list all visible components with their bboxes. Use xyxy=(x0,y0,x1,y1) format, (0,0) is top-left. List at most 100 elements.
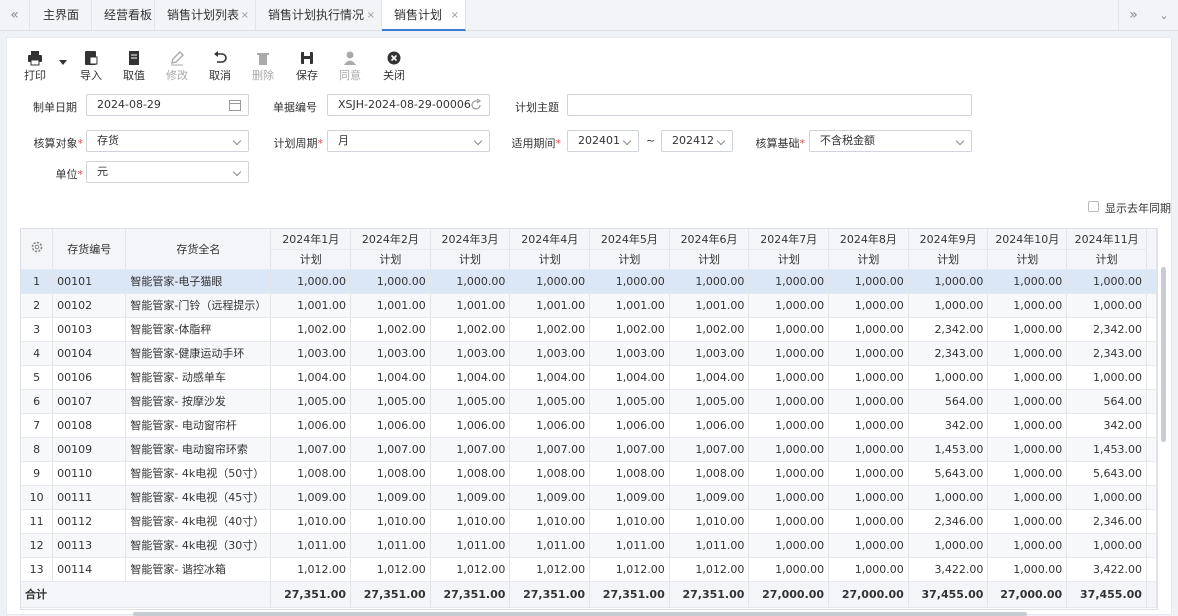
column-header-month[interactable]: 2024年1月 xyxy=(270,229,352,250)
cell-plan-value[interactable]: 1,004.00 xyxy=(430,365,511,390)
tab-sales-plan[interactable]: 销售计划 × xyxy=(382,0,466,31)
column-header-month[interactable]: 2024年3月 xyxy=(430,229,511,250)
cell-plan-value[interactable]: 1,000.00 xyxy=(987,461,1068,486)
cell-plan-value[interactable]: 564.00 xyxy=(908,389,989,414)
cell-plan-value[interactable]: 1,000.00 xyxy=(908,485,989,510)
edit-button[interactable]: 修改 xyxy=(157,50,197,83)
cell-plan-value[interactable]: 1,001.00 xyxy=(350,293,431,318)
column-header-month[interactable]: 2024年6月 xyxy=(669,229,750,250)
cell-name[interactable]: 智能管家-体脂秤 xyxy=(125,317,272,342)
cell-name[interactable]: 智能管家- 谐控冰箱 xyxy=(125,557,272,582)
cell-plan-value[interactable]: 1,000.00 xyxy=(987,293,1068,318)
cell-plan-value[interactable]: 1,007.00 xyxy=(350,437,431,462)
cell-plan-value[interactable]: 1,004.00 xyxy=(589,365,670,390)
cell-plan-value[interactable]: 1,000.00 xyxy=(748,365,830,390)
row-index[interactable]: 11 xyxy=(21,509,54,534)
cell-plan-value[interactable]: 1,006.00 xyxy=(430,413,511,438)
cell-plan-value[interactable]: 1,000.00 xyxy=(908,365,989,390)
cell-plan-value[interactable]: 1,000.00 xyxy=(828,365,909,390)
column-header-month[interactable]: 2024年4月 xyxy=(509,229,591,250)
cell-plan-value[interactable]: 1,001.00 xyxy=(669,293,750,318)
cell-plan-value[interactable]: 1,002.00 xyxy=(430,317,511,342)
cell-code[interactable]: 00101 xyxy=(52,269,127,294)
cell-plan-value[interactable]: 1,453.00 xyxy=(908,437,989,462)
cell-plan-value[interactable]: 1,004.00 xyxy=(509,365,591,390)
cell-plan-value[interactable]: 1,000.00 xyxy=(987,533,1068,558)
settings-header[interactable] xyxy=(21,229,54,270)
cell-plan-value[interactable]: 1,000.00 xyxy=(828,437,909,462)
cell-code[interactable]: 00110 xyxy=(52,461,127,486)
cell-plan-value[interactable]: 1,000.00 xyxy=(987,389,1068,414)
cell-plan-value[interactable]: 1,005.00 xyxy=(509,389,591,414)
cell-plan-value[interactable]: 1,000.00 xyxy=(828,461,909,486)
close-icon[interactable]: × xyxy=(241,0,249,31)
cell-plan-value[interactable]: 3,422.00 xyxy=(908,557,989,582)
cell-plan-value[interactable]: 1,000.00 xyxy=(828,485,909,510)
table-row[interactable]: 11 00112 智能管家- 4k电视（40寸） 1,010.00 1,010.00 1,… xyxy=(21,509,1157,534)
table-row[interactable]: 9 00110 智能管家- 4k电视（50寸） 1,008.00 1,008.00 1,0… xyxy=(21,461,1157,486)
cell-plan-value[interactable]: 1,008.00 xyxy=(669,461,750,486)
cell-plan-value[interactable]: 1,006.00 xyxy=(589,413,670,438)
cell-code[interactable]: 00102 xyxy=(52,293,127,318)
cell-code[interactable]: 00108 xyxy=(52,413,127,438)
cell-code[interactable]: 00109 xyxy=(52,437,127,462)
cell-plan-value[interactable]: 1,000.00 xyxy=(828,389,909,414)
print-button[interactable]: 打印 xyxy=(15,50,55,83)
gear-icon[interactable] xyxy=(30,240,44,254)
cell-plan-value[interactable]: 1,000.00 xyxy=(748,557,830,582)
row-index[interactable]: 3 xyxy=(21,317,54,342)
cell-plan-value[interactable]: 1,003.00 xyxy=(270,341,352,366)
cell-plan-value[interactable]: 1,000.00 xyxy=(828,413,909,438)
table-row[interactable]: 5 00106 智能管家- 动感单车 1,004.00 1,004.00 1,004.00… xyxy=(21,365,1157,390)
approve-button[interactable]: 同意 xyxy=(330,50,370,83)
row-index[interactable]: 2 xyxy=(21,293,54,318)
cell-plan-value[interactable]: 1,005.00 xyxy=(430,389,511,414)
horizontal-scrollbar[interactable] xyxy=(133,612,1027,616)
cell-plan-value[interactable]: 1,012.00 xyxy=(669,557,750,582)
cell-plan-value[interactable]: 2,343.00 xyxy=(908,341,989,366)
cell-plan-value[interactable]: 1,011.00 xyxy=(270,533,352,558)
cell-plan-value[interactable]: 1,011.00 xyxy=(509,533,591,558)
cell-plan-value[interactable]: 1,012.00 xyxy=(270,557,352,582)
cell-plan-value[interactable]: 1,000.00 xyxy=(987,557,1068,582)
close-icon[interactable]: × xyxy=(451,0,459,31)
cell-plan-value[interactable]: 1,000.00 xyxy=(589,269,670,294)
table-row[interactable]: 3 00103 智能管家-体脂秤 1,002.00 1,002.00 1,002.00 1,… xyxy=(21,317,1157,342)
close-button[interactable]: 关闭 xyxy=(374,50,414,83)
cell-code[interactable]: 00107 xyxy=(52,389,127,414)
cell-plan-value[interactable]: 1,000.00 xyxy=(350,269,431,294)
cell-plan-value[interactable]: 1,010.00 xyxy=(350,509,431,534)
cell-plan-value[interactable]: 1,012.00 xyxy=(350,557,431,582)
cell-plan-value[interactable]: 1,000.00 xyxy=(509,269,591,294)
cell-plan-value[interactable]: 1,000.00 xyxy=(828,557,909,582)
row-index[interactable]: 8 xyxy=(21,437,54,462)
cell-plan-value[interactable]: 1,007.00 xyxy=(270,437,352,462)
cell-name[interactable]: 智能管家- 按摩沙发 xyxy=(125,389,272,414)
cell-name[interactable]: 智能管家- 电动窗帘环索 xyxy=(125,437,272,462)
cell-plan-value[interactable]: 1,008.00 xyxy=(350,461,431,486)
cell-plan-value[interactable]: 1,000.00 xyxy=(987,341,1068,366)
cell-name[interactable]: 智能管家-健康运动手环 xyxy=(125,341,272,366)
cell-plan-value[interactable]: 1,000.00 xyxy=(828,269,909,294)
cell-name[interactable]: 智能管家- 4k电视（45寸） xyxy=(125,485,272,510)
cell-plan-value[interactable]: 1,000.00 xyxy=(1066,533,1147,558)
cell-plan-value[interactable]: 5,643.00 xyxy=(908,461,989,486)
column-header-name[interactable]: 存货全名 xyxy=(125,229,272,270)
show-last-year-checkbox[interactable] xyxy=(1088,201,1099,212)
cell-plan-value[interactable]: 1,007.00 xyxy=(430,437,511,462)
cell-plan-value[interactable]: 1,001.00 xyxy=(270,293,352,318)
refresh-icon[interactable] xyxy=(469,98,483,112)
cell-plan-value[interactable]: 1,005.00 xyxy=(589,389,670,414)
cell-plan-value[interactable]: 1,006.00 xyxy=(669,413,750,438)
vertical-scrollbar[interactable] xyxy=(1161,267,1166,442)
cell-plan-value[interactable]: 1,006.00 xyxy=(350,413,431,438)
cell-plan-value[interactable]: 1,009.00 xyxy=(509,485,591,510)
cell-plan-value[interactable]: 1,012.00 xyxy=(509,557,591,582)
import-button[interactable]: 导入 xyxy=(71,50,111,83)
cell-plan-value[interactable]: 1,000.00 xyxy=(987,365,1068,390)
row-index[interactable]: 12 xyxy=(21,533,54,558)
cell-plan-value[interactable]: 5,643.00 xyxy=(1066,461,1147,486)
delete-button[interactable]: 删除 xyxy=(243,50,283,83)
calendar-icon[interactable] xyxy=(228,98,242,112)
column-header-month[interactable]: 2024年9月 xyxy=(908,229,989,250)
